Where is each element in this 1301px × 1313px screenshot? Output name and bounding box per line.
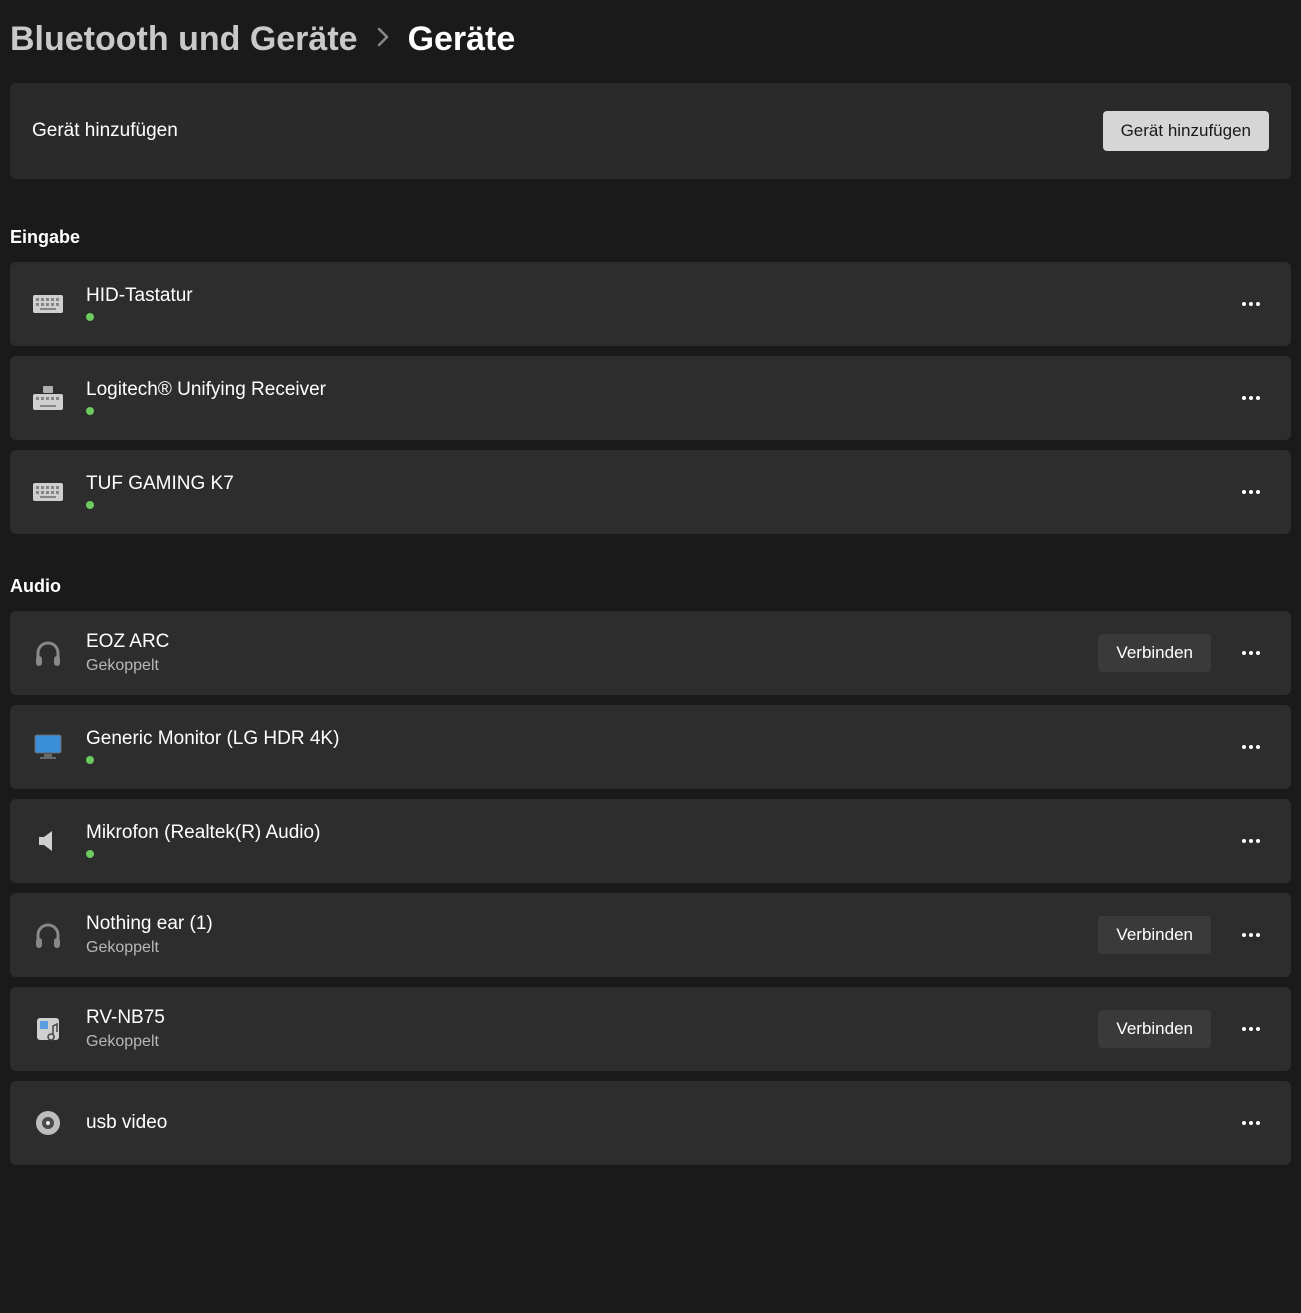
more-options-button[interactable]: [1233, 389, 1269, 407]
section-header-input: Eingabe: [10, 227, 1291, 248]
status-connected-icon: [86, 407, 94, 415]
device-name: RV-NB75: [86, 1007, 1076, 1029]
connect-button[interactable]: Verbinden: [1098, 916, 1211, 954]
connect-button[interactable]: Verbinden: [1098, 1010, 1211, 1048]
more-options-button[interactable]: [1233, 295, 1269, 313]
device-name: Nothing ear (1): [86, 913, 1076, 935]
device-list-audio: EOZ ARC Gekoppelt Verbinden Generic Moni…: [10, 611, 1291, 1165]
device-row[interactable]: Mikrofon (Realtek(R) Audio): [10, 799, 1291, 883]
connect-button[interactable]: Verbinden: [1098, 634, 1211, 672]
more-options-button[interactable]: [1233, 926, 1269, 944]
more-options-button[interactable]: [1233, 644, 1269, 662]
section-header-audio: Audio: [10, 576, 1291, 597]
device-name: usb video: [86, 1112, 1211, 1134]
more-options-button[interactable]: [1233, 738, 1269, 756]
breadcrumb-parent[interactable]: Bluetooth und Geräte: [10, 20, 358, 59]
status-connected-icon: [86, 313, 94, 321]
more-icon: [1241, 395, 1261, 401]
more-icon: [1241, 1026, 1261, 1032]
device-status: Gekoppelt: [86, 1033, 1076, 1051]
more-options-button[interactable]: [1233, 1020, 1269, 1038]
keyboard-icon: [32, 288, 64, 320]
status-connected-icon: [86, 850, 94, 858]
device-row[interactable]: EOZ ARC Gekoppelt Verbinden: [10, 611, 1291, 695]
more-icon: [1241, 1120, 1261, 1126]
device-name: Logitech® Unifying Receiver: [86, 379, 1211, 401]
breadcrumb-current: Geräte: [408, 20, 516, 59]
device-row[interactable]: RV-NB75 Gekoppelt Verbinden: [10, 987, 1291, 1071]
device-row[interactable]: TUF GAMING K7: [10, 450, 1291, 534]
keyboard-icon: [32, 476, 64, 508]
monitor-icon: [32, 731, 64, 763]
device-row[interactable]: Generic Monitor (LG HDR 4K): [10, 705, 1291, 789]
usb-receiver-icon: [32, 382, 64, 414]
more-options-button[interactable]: [1233, 832, 1269, 850]
more-icon: [1241, 838, 1261, 844]
more-icon: [1241, 301, 1261, 307]
device-list-input: HID-Tastatur Logitech® Unifying Receiver…: [10, 262, 1291, 534]
device-row[interactable]: Logitech® Unifying Receiver: [10, 356, 1291, 440]
status-connected-icon: [86, 756, 94, 764]
speaker-icon: [32, 825, 64, 857]
headphones-icon: [32, 637, 64, 669]
add-device-button[interactable]: Gerät hinzufügen: [1103, 111, 1269, 151]
more-icon: [1241, 489, 1261, 495]
device-name: Mikrofon (Realtek(R) Audio): [86, 822, 1211, 844]
device-row[interactable]: usb video: [10, 1081, 1291, 1165]
device-name: HID-Tastatur: [86, 285, 1211, 307]
more-icon: [1241, 650, 1261, 656]
camera-icon: [32, 1107, 64, 1139]
device-name: EOZ ARC: [86, 631, 1076, 653]
device-row[interactable]: HID-Tastatur: [10, 262, 1291, 346]
more-icon: [1241, 744, 1261, 750]
add-device-card: Gerät hinzufügen Gerät hinzufügen: [10, 83, 1291, 179]
add-device-label: Gerät hinzufügen: [32, 120, 178, 142]
device-name: TUF GAMING K7: [86, 473, 1211, 495]
headphones-icon: [32, 919, 64, 951]
chevron-right-icon: [376, 26, 390, 54]
more-options-button[interactable]: [1233, 483, 1269, 501]
device-status: Gekoppelt: [86, 939, 1076, 957]
breadcrumb: Bluetooth und Geräte Geräte: [10, 10, 1291, 83]
status-connected-icon: [86, 501, 94, 509]
device-row[interactable]: Nothing ear (1) Gekoppelt Verbinden: [10, 893, 1291, 977]
device-status: Gekoppelt: [86, 657, 1076, 675]
device-name: Generic Monitor (LG HDR 4K): [86, 728, 1211, 750]
media-device-icon: [32, 1013, 64, 1045]
more-options-button[interactable]: [1233, 1114, 1269, 1132]
more-icon: [1241, 932, 1261, 938]
